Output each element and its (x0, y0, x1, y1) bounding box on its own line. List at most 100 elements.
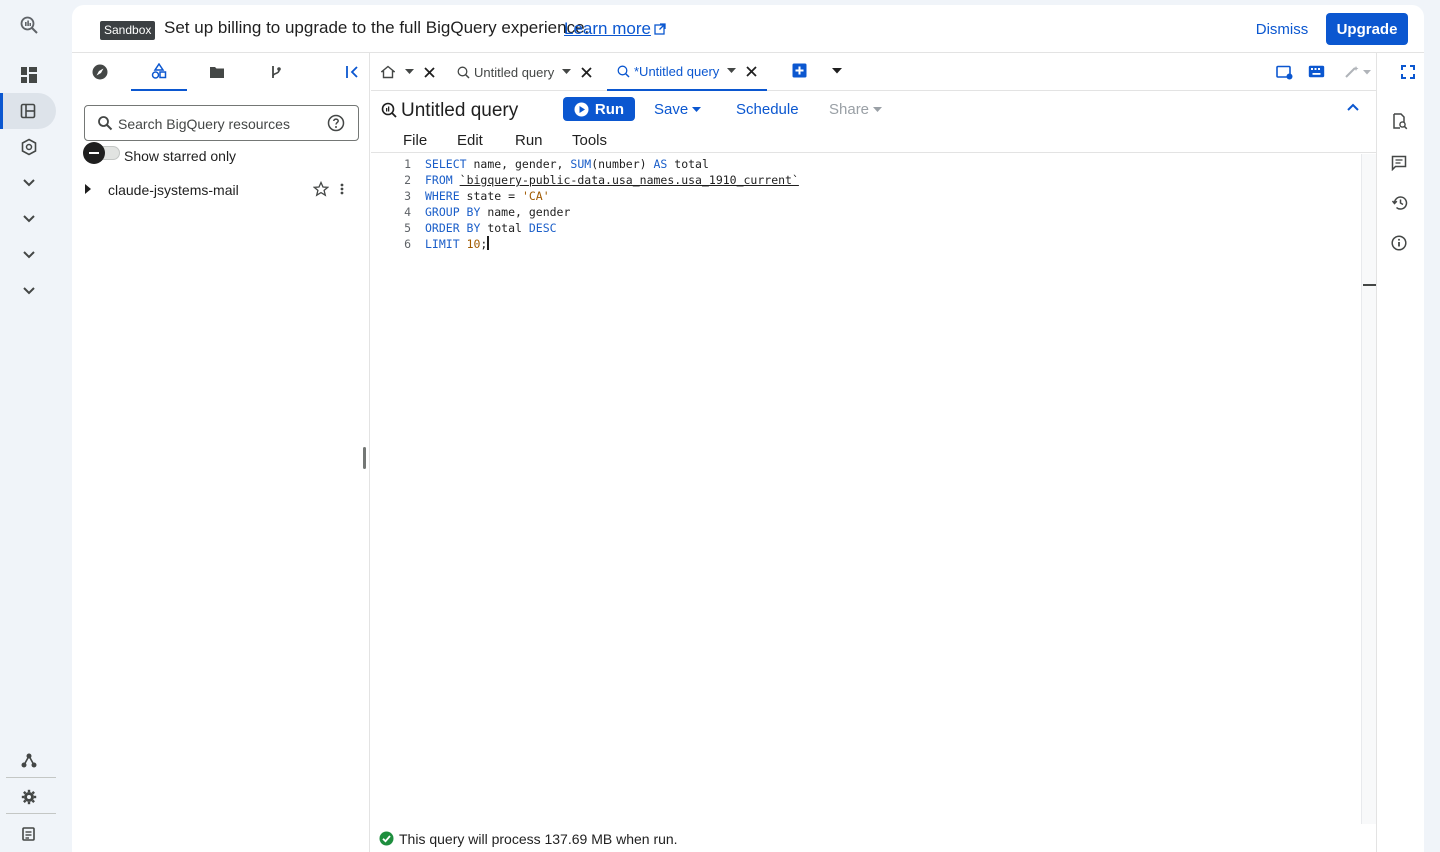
doc-search-icon (1393, 113, 1408, 130)
query-toolbar: Untitled query Run Save Schedule Share (371, 92, 1376, 128)
query-details-button[interactable] (1391, 113, 1408, 130)
repository-tab[interactable] (248, 53, 304, 91)
code-line: FROM `bigquery-public-data.usa_names.usa… (425, 173, 799, 187)
chevron-down-icon[interactable] (0, 165, 57, 201)
validation-status: This query will process 137.69 MB when r… (371, 824, 1376, 852)
code-line: SELECT name, gender, SUM(number) AS tota… (425, 157, 709, 171)
caret-down-icon (873, 106, 883, 112)
pipeline-icon[interactable] (0, 129, 57, 165)
star-icon[interactable] (313, 181, 329, 197)
info-icon (1391, 235, 1407, 251)
dismiss-button[interactable]: Dismiss (1244, 13, 1320, 45)
open-in-window-button[interactable] (1276, 65, 1293, 80)
save-button[interactable]: Save (654, 101, 702, 118)
caret-down-icon (692, 106, 702, 112)
tab-label: *Untitled query (634, 63, 720, 79)
info-button[interactable] (1391, 235, 1407, 251)
settings-icon[interactable] (0, 779, 57, 815)
learn-more-label: Learn more (564, 19, 651, 38)
menu-run[interactable]: Run (515, 132, 543, 149)
hub-icon[interactable] (0, 742, 57, 778)
studio-icon[interactable] (0, 93, 56, 129)
tab-home[interactable] (381, 53, 435, 91)
cursor-position-marker (1363, 284, 1377, 286)
explorer-panel: Show starred only claude-jsystems-mail (72, 53, 370, 852)
folder-tab[interactable] (189, 53, 245, 91)
chevron-up-icon[interactable] (1347, 103, 1359, 111)
search-input[interactable] (118, 114, 318, 134)
sandbox-badge: Sandbox (100, 21, 156, 40)
explore-tab[interactable] (72, 53, 128, 91)
line-number: 1 (404, 157, 411, 171)
editor-overview-ruler[interactable] (1361, 154, 1376, 824)
close-icon[interactable] (581, 66, 592, 78)
caret-down-icon[interactable] (562, 69, 572, 75)
play-icon (574, 102, 589, 116)
starred-only-toggle[interactable] (83, 142, 120, 164)
help-icon[interactable] (327, 114, 345, 132)
panel-resize-handle[interactable] (363, 447, 366, 469)
tab-active-untitled-query[interactable]: *Untitled query (607, 53, 768, 91)
rail-divider (6, 777, 56, 778)
upgrade-button[interactable]: Upgrade (1326, 13, 1408, 45)
chevron-down-icon[interactable] (0, 201, 57, 237)
bigquery-search-icon[interactable] (0, 7, 57, 43)
tree-item[interactable]: claude-jsystems-mail (72, 177, 370, 203)
history-button[interactable] (1391, 195, 1408, 211)
expand-arrow-icon[interactable] (84, 183, 92, 195)
folder-icon (210, 67, 224, 78)
code-area[interactable]: SELECT name, gender, SUM(number) AS tota… (425, 154, 1361, 824)
search-resources-field[interactable] (84, 105, 359, 141)
status-message: This query will process 137.69 MB when r… (399, 831, 678, 847)
run-button[interactable]: Run (563, 97, 635, 121)
line-number: 4 (404, 205, 411, 219)
keyboard-shortcuts-button[interactable] (1308, 65, 1325, 78)
caret-down-icon[interactable] (727, 68, 737, 74)
close-icon[interactable] (746, 65, 757, 77)
caret-down-icon[interactable] (405, 69, 414, 75)
tab-untitled-query[interactable]: Untitled query (457, 53, 592, 91)
query-icon (457, 66, 470, 79)
more-tabs-dropdown[interactable] (832, 68, 842, 74)
tab-label: Untitled query (474, 64, 555, 80)
collapse-left-icon (346, 66, 358, 78)
line-number-gutter: 1 2 3 4 5 6 (371, 154, 425, 824)
sql-editor[interactable]: 1 2 3 4 5 6 SELECT name, gender, SUM(num… (371, 154, 1377, 824)
right-side-panel (1376, 53, 1424, 852)
chevron-down-icon[interactable] (0, 273, 57, 309)
resources-icon (151, 63, 167, 79)
menu-edit[interactable]: Edit (457, 132, 483, 149)
learn-more-link[interactable]: Learn more (564, 19, 666, 39)
project-name: claude-jsystems-mail (108, 182, 239, 198)
code-line: LIMIT 10; (425, 236, 490, 251)
schedule-button[interactable]: Schedule (736, 101, 799, 118)
explore-icon (92, 64, 108, 80)
billing-banner: Sandbox Set up billing to upgrade to the… (72, 5, 1424, 53)
menu-file[interactable]: File (403, 132, 427, 149)
gemini-assist-button[interactable] (1344, 65, 1372, 79)
history-icon (1391, 196, 1408, 210)
home-icon (381, 65, 395, 79)
menu-tools[interactable]: Tools (572, 132, 607, 149)
code-line: GROUP BY name, gender (425, 205, 571, 219)
external-link-icon (654, 23, 666, 35)
repository-icon (272, 66, 281, 78)
line-number: 2 (404, 173, 411, 187)
comments-button[interactable] (1391, 155, 1407, 171)
more-vert-icon[interactable] (340, 181, 344, 197)
pen-spark-icon (1345, 66, 1371, 78)
run-label: Run (594, 100, 625, 118)
caret-down-icon (832, 68, 842, 74)
share-button[interactable]: Share (829, 101, 883, 118)
close-icon[interactable] (424, 66, 435, 78)
collapse-explorer-button[interactable] (340, 61, 366, 83)
resources-tab[interactable] (131, 53, 187, 91)
chevron-down-icon[interactable] (0, 237, 57, 273)
text-cursor (487, 236, 490, 250)
new-query-button[interactable] (792, 63, 807, 78)
save-label: Save (654, 101, 689, 118)
release-notes-icon[interactable] (0, 816, 57, 852)
keyboard-icon (1308, 65, 1325, 78)
banner-message: Set up billing to upgrade to the full Bi… (164, 18, 590, 37)
dashboard-icon[interactable] (0, 57, 57, 93)
